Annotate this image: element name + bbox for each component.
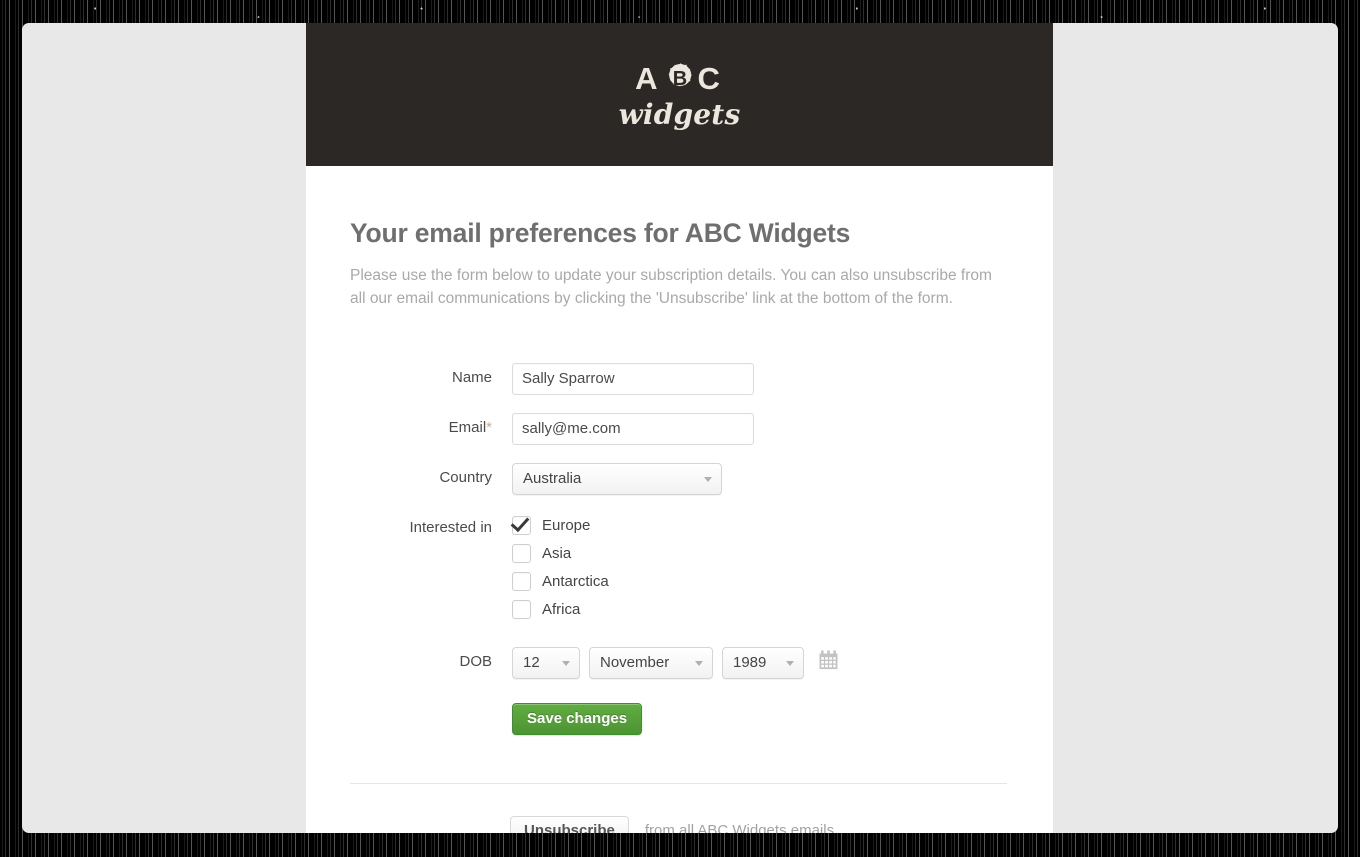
footer: Unsubscribe from all ABC Widgets emails bbox=[350, 815, 1007, 833]
logo-wordmark: widgets bbox=[618, 97, 741, 131]
required-asterisk: * bbox=[486, 418, 492, 436]
field-row-interests: Interested in Europe Asia Antarctica Afr… bbox=[350, 513, 1007, 619]
checkbox-row-africa[interactable]: Africa bbox=[512, 599, 609, 619]
dob-label: DOB bbox=[459, 652, 492, 670]
checkbox-label-antarctica: Antarctica bbox=[542, 572, 609, 590]
dob-year-value: 1989 bbox=[733, 654, 767, 672]
checkbox-row-antarctica[interactable]: Antarctica bbox=[512, 571, 609, 591]
dob-year-select[interactable]: 1989 bbox=[722, 646, 804, 679]
unsubscribe-note: from all ABC Widgets emails bbox=[644, 822, 835, 833]
name-label: Name bbox=[451, 368, 492, 386]
gear-icon: B bbox=[664, 62, 697, 95]
page-background: A B C widgets Your email preferences for… bbox=[22, 23, 1338, 833]
preferences-form: Name Email* Country Australia bbox=[350, 362, 1007, 735]
page-description: Please use the form below to update your… bbox=[350, 267, 992, 307]
name-input[interactable] bbox=[512, 362, 754, 395]
content-panel: A B C widgets Your email preferences for… bbox=[306, 23, 1053, 833]
chevron-down-icon bbox=[695, 660, 703, 666]
page-title: Your email preferences for ABC Widgets bbox=[350, 218, 851, 248]
field-row-name: Name bbox=[350, 362, 1007, 395]
checkbox-label-asia: Asia bbox=[542, 544, 572, 562]
country-label: Country bbox=[439, 468, 492, 486]
content-body: Your email preferences for ABC Widgets P… bbox=[306, 166, 1053, 833]
checkbox-africa[interactable] bbox=[512, 599, 531, 619]
interests-label: Interested in bbox=[409, 518, 492, 536]
interests-checkbox-group: Europe Asia Antarctica Africa bbox=[512, 513, 609, 619]
logo-letter-a: A bbox=[635, 61, 662, 96]
abc-widgets-logo: A B C widgets bbox=[619, 61, 741, 129]
country-select-value: Australia bbox=[523, 470, 582, 488]
checkbox-row-asia[interactable]: Asia bbox=[512, 543, 609, 563]
dob-month-value: November bbox=[600, 654, 670, 672]
checkbox-asia[interactable] bbox=[512, 543, 531, 563]
country-select[interactable]: Australia bbox=[512, 462, 722, 495]
chevron-down-icon bbox=[704, 476, 712, 482]
field-row-email: Email* bbox=[350, 412, 1007, 445]
checkbox-antarctica[interactable] bbox=[512, 571, 531, 591]
field-row-country: Country Australia bbox=[350, 462, 1007, 495]
footer-divider bbox=[350, 782, 1007, 784]
email-input[interactable] bbox=[512, 412, 754, 445]
chevron-down-icon bbox=[562, 660, 570, 666]
brand-header: A B C widgets bbox=[306, 23, 1053, 166]
checkbox-europe[interactable] bbox=[512, 515, 531, 535]
checkbox-label-africa: Africa bbox=[542, 600, 581, 618]
dob-group: 12 November 1989 bbox=[512, 646, 838, 679]
checkbox-label-europe: Europe bbox=[542, 516, 591, 534]
unsubscribe-button[interactable]: Unsubscribe bbox=[510, 815, 629, 833]
email-label: Email* bbox=[350, 413, 512, 443]
field-row-dob: DOB 12 November 1989 bbox=[350, 646, 1007, 679]
chevron-down-icon bbox=[786, 660, 794, 666]
dob-day-value: 12 bbox=[523, 654, 540, 672]
dob-day-select[interactable]: 12 bbox=[512, 646, 580, 679]
dob-month-select[interactable]: November bbox=[589, 646, 713, 679]
checkbox-row-europe[interactable]: Europe bbox=[512, 515, 609, 535]
logo-lettermark: A B C bbox=[635, 61, 724, 97]
screenshot-frame: A B C widgets Your email preferences for… bbox=[0, 0, 1360, 857]
calendar-icon[interactable] bbox=[819, 650, 838, 675]
logo-letter-b: B bbox=[672, 67, 688, 90]
save-changes-button[interactable]: Save changes bbox=[512, 702, 643, 735]
email-label-text: Email bbox=[448, 418, 487, 436]
field-row-submit: Save changes bbox=[350, 701, 1007, 735]
logo-letter-c: C bbox=[697, 61, 724, 96]
